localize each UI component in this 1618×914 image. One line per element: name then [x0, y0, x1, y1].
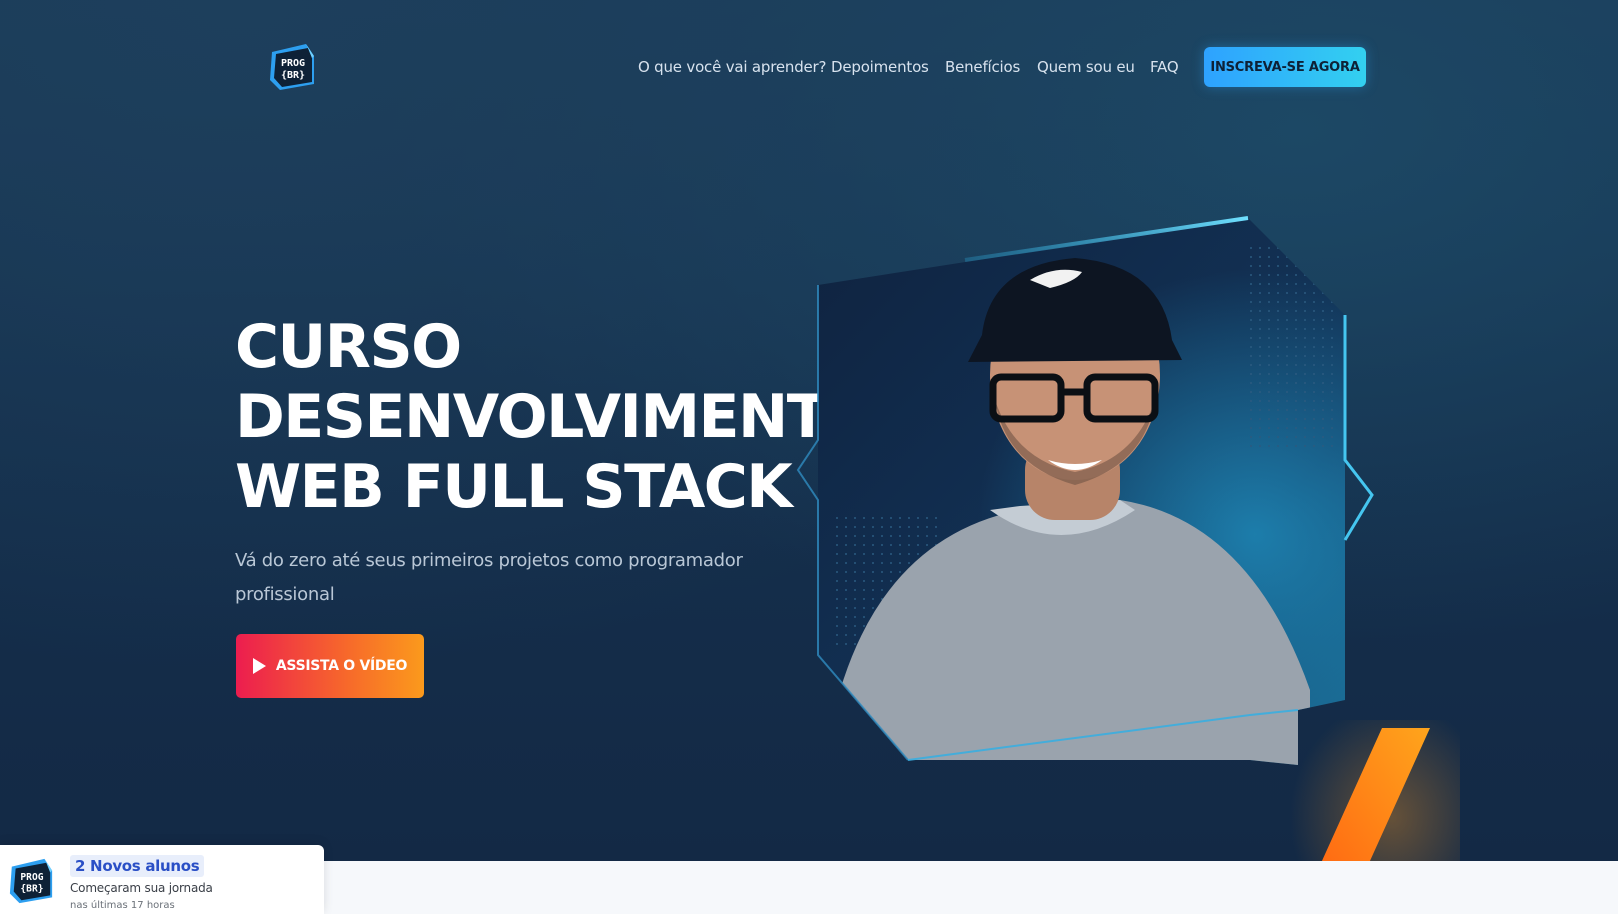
hero-subtitle: Vá do zero até seus primeiros projetos c… [235, 550, 743, 605]
nav-link-learn[interactable]: O que você vai aprender? [638, 58, 826, 76]
nav-link-benefits[interactable]: Benefícios [945, 58, 1020, 76]
toast-logo-top: PROG [20, 872, 43, 883]
title-line-2: DESENVOLVIMENTO [235, 382, 877, 452]
title-line-3: WEB FULL STACK [235, 452, 793, 522]
toast-logo: PROG {BR} [9, 858, 53, 904]
nav-link-about[interactable]: Quem sou eu [1037, 58, 1135, 76]
toast-timestamp: nas últimas 17 horas [70, 900, 175, 911]
nav-link-faq[interactable]: FAQ [1150, 58, 1179, 76]
prog-br-logo[interactable]: PROG {BR} [266, 42, 318, 92]
nav-link-testimonials[interactable]: Depoimentos [831, 58, 929, 76]
title-line-1: CURSO [235, 312, 462, 382]
watch-video-button[interactable]: ASSISTA O VÍDEO [236, 634, 424, 698]
logo-text-bottom: {BR} [281, 70, 305, 81]
decorative-slash [1290, 720, 1460, 861]
watch-video-label: ASSISTA O VÍDEO [275, 658, 408, 674]
instructor-portrait [796, 216, 1374, 765]
logo-text-top: PROG [281, 58, 305, 69]
play-icon [252, 658, 266, 674]
toast-logo-bottom: {BR} [20, 884, 43, 895]
hero-section: PROG {BR} O que você vai aprender? Depoi… [0, 0, 1618, 861]
enroll-now-button[interactable]: INSCREVA-SE AGORA [1204, 47, 1366, 87]
toast-message: Começaram sua jornada [70, 881, 213, 895]
new-students-notification[interactable]: PROG {BR} 2 Novos alunos Começaram sua j… [0, 845, 324, 914]
toast-title: 2 Novos alunos [70, 855, 205, 877]
page-title: CURSO DESENVOLVIMENTO WEB FULL STACK [235, 312, 877, 522]
